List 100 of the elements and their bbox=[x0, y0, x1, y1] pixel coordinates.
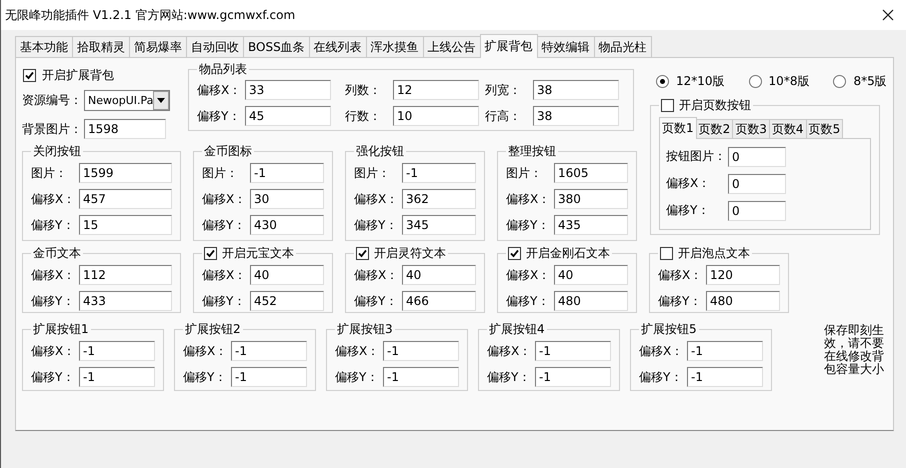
group-title: 扩展按钮5 bbox=[640, 321, 698, 338]
input-field[interactable]: 15 bbox=[79, 215, 172, 235]
input-field[interactable]: 480 bbox=[706, 291, 780, 311]
field-label: 偏移X： bbox=[354, 190, 400, 208]
input-field[interactable]: -1 bbox=[231, 341, 307, 361]
field-label: 偏移X： bbox=[639, 342, 684, 360]
field-label: 列数： bbox=[345, 82, 382, 98]
field-label: 偏移X： bbox=[354, 266, 400, 284]
input-field[interactable]: -1 bbox=[535, 367, 611, 387]
input-field[interactable]: 457 bbox=[79, 189, 172, 209]
input-field[interactable]: -1 bbox=[231, 367, 307, 387]
close-icon[interactable] bbox=[882, 9, 894, 21]
field-label: 图片： bbox=[31, 164, 68, 182]
input-field[interactable]: 33 bbox=[245, 80, 331, 100]
field-label: 偏移Y： bbox=[639, 368, 684, 386]
field-label: 偏移X： bbox=[202, 266, 248, 284]
input-field[interactable]: 12 bbox=[393, 80, 479, 100]
input-field[interactable]: 345 bbox=[402, 215, 476, 235]
input-field[interactable]: -1 bbox=[687, 341, 763, 361]
checkbox-label: 开启灵符文本 bbox=[374, 245, 446, 262]
field-label: 偏移Y： bbox=[354, 292, 398, 310]
tab[interactable]: 页数3 bbox=[732, 119, 770, 138]
field-label: 偏移Y： bbox=[354, 216, 398, 234]
field-label: 偏移X： bbox=[31, 266, 76, 284]
group-title: 关闭按钮 bbox=[32, 143, 82, 160]
checkbox[interactable] bbox=[660, 247, 673, 260]
input-field[interactable]: 112 bbox=[79, 265, 172, 285]
input-field[interactable]: 0 bbox=[728, 146, 786, 166]
tab[interactable]: 基本功能 bbox=[15, 36, 73, 57]
radio-button[interactable] bbox=[833, 74, 846, 88]
field-label: 资源编号： bbox=[22, 92, 83, 110]
field-label: 背景图片： bbox=[22, 120, 83, 138]
checkbox-label: 开启扩展背包 bbox=[42, 67, 114, 84]
checkbox-label: 开启泡点文本 bbox=[678, 245, 750, 262]
input-field[interactable]: 435 bbox=[554, 215, 628, 235]
checkbox[interactable] bbox=[508, 247, 521, 260]
field-label: 偏移X： bbox=[666, 175, 712, 192]
input-field[interactable]: 1605 bbox=[554, 163, 628, 183]
field-label: 偏移X： bbox=[31, 342, 76, 360]
tab[interactable]: 扩展背包 bbox=[480, 34, 538, 58]
input-field[interactable]: 120 bbox=[706, 265, 780, 285]
field-label: 偏移X： bbox=[197, 82, 242, 98]
input-field[interactable]: -1 bbox=[79, 341, 155, 361]
field-label: 偏移Y： bbox=[31, 292, 76, 310]
input-field[interactable]: -1 bbox=[687, 367, 763, 387]
input-field[interactable]: 10 bbox=[393, 106, 479, 126]
input-field[interactable]: 40 bbox=[402, 265, 476, 285]
field-label: 偏移X： bbox=[658, 266, 704, 284]
input-field[interactable]: 430 bbox=[250, 215, 324, 235]
field-label: 偏移X： bbox=[487, 342, 532, 360]
input-field[interactable]: 433 bbox=[79, 291, 172, 311]
field-label: 行高： bbox=[485, 108, 522, 124]
field-label: 图片： bbox=[506, 164, 543, 182]
checkbox[interactable] bbox=[661, 99, 674, 112]
group-title: 强化按钮 bbox=[355, 143, 405, 160]
radio-label: 10*8版 bbox=[768, 72, 810, 90]
input-field[interactable]: 45 bbox=[245, 106, 331, 126]
radio-button[interactable] bbox=[656, 74, 669, 88]
radio-button[interactable] bbox=[748, 74, 762, 88]
input-field[interactable]: 452 bbox=[250, 291, 324, 311]
input-field[interactable]: -1 bbox=[535, 341, 611, 361]
input-field[interactable]: 0 bbox=[728, 174, 786, 194]
input-field[interactable]: 362 bbox=[402, 189, 476, 209]
input-field[interactable]: -1 bbox=[383, 367, 459, 387]
tab[interactable]: 页数2 bbox=[696, 119, 734, 138]
input-field[interactable]: 40 bbox=[554, 265, 628, 285]
resource-dropdown[interactable]: NewopUI.Pa bbox=[84, 90, 170, 112]
field-label: 偏移Y： bbox=[202, 292, 246, 310]
input-field[interactable]: 380 bbox=[554, 189, 628, 209]
tab[interactable]: 页数4 bbox=[768, 119, 807, 138]
field-label: 按钮图片： bbox=[666, 148, 727, 165]
field-label: 偏移X： bbox=[202, 190, 248, 208]
input-field[interactable]: -1 bbox=[383, 341, 459, 361]
field-label: 偏移Y： bbox=[506, 216, 550, 234]
radio-label: 12*10版 bbox=[676, 72, 725, 90]
note-text: 保存即刻生效，请不要在线修改背包容量大小 bbox=[824, 322, 885, 378]
tab[interactable]: 页数5 bbox=[806, 119, 844, 138]
group-title: 扩展按钮2 bbox=[184, 321, 242, 338]
input-field[interactable]: 40 bbox=[250, 265, 324, 285]
input-field[interactable]: -1 bbox=[250, 163, 324, 183]
checkbox[interactable] bbox=[23, 69, 36, 82]
input-field[interactable]: 38 bbox=[533, 106, 619, 126]
radio-label: 8*5版 bbox=[853, 72, 887, 90]
input-field[interactable]: 30 bbox=[250, 189, 324, 209]
input-field[interactable]: 0 bbox=[728, 200, 786, 220]
checkbox[interactable] bbox=[356, 247, 369, 260]
group-title: 金币图标 bbox=[203, 143, 253, 160]
checkbox[interactable] bbox=[204, 247, 217, 260]
field-label: 行数： bbox=[345, 108, 382, 124]
input-field[interactable]: 1598 bbox=[84, 119, 166, 140]
input-field[interactable]: 1599 bbox=[79, 163, 172, 183]
input-field[interactable]: 480 bbox=[554, 291, 628, 311]
tab[interactable]: 物品光柱 bbox=[594, 36, 652, 57]
input-field[interactable]: 466 bbox=[402, 291, 476, 311]
field-label: 偏移Y： bbox=[666, 202, 710, 219]
input-field[interactable]: -1 bbox=[79, 367, 155, 387]
input-field[interactable]: -1 bbox=[402, 163, 476, 183]
input-field[interactable]: 38 bbox=[533, 80, 619, 100]
tab[interactable]: 页数1 bbox=[659, 117, 697, 139]
field-label: 偏移Y： bbox=[31, 368, 76, 386]
